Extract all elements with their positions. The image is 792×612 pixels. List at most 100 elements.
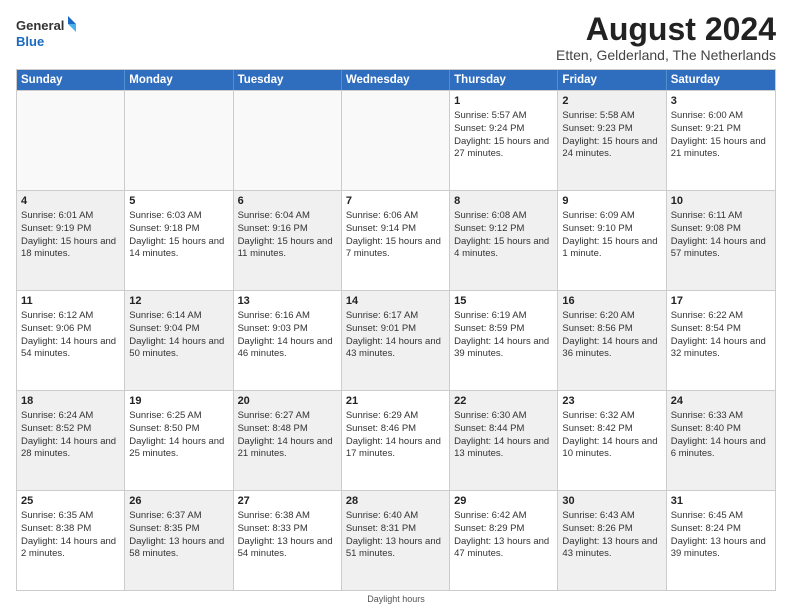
calendar-cell: 6Sunrise: 6:04 AMSunset: 9:16 PMDaylight… [234,191,342,290]
calendar-cell: 4Sunrise: 6:01 AMSunset: 9:19 PMDaylight… [17,191,125,290]
day-info-line: Daylight: 14 hours and 28 minutes. [21,436,120,462]
day-info-line: Sunset: 8:54 PM [671,323,771,336]
calendar-header-cell: Saturday [667,70,775,90]
calendar-cell: 10Sunrise: 6:11 AMSunset: 9:08 PMDayligh… [667,191,775,290]
day-info-line: Daylight: 14 hours and 2 minutes. [21,536,120,562]
calendar-cell: 2Sunrise: 5:58 AMSunset: 9:23 PMDaylight… [558,91,666,190]
calendar-cell: 14Sunrise: 6:17 AMSunset: 9:01 PMDayligh… [342,291,450,390]
day-info-line: Daylight: 14 hours and 54 minutes. [21,336,120,362]
day-number: 15 [454,294,553,309]
calendar-cell: 31Sunrise: 6:45 AMSunset: 8:24 PMDayligh… [667,491,775,590]
calendar-cell: 16Sunrise: 6:20 AMSunset: 8:56 PMDayligh… [558,291,666,390]
day-info-line: Sunrise: 6:12 AM [21,310,120,323]
day-info-line: Daylight: 15 hours and 24 minutes. [562,136,661,162]
day-info-line: Sunset: 9:23 PM [562,123,661,136]
day-number: 9 [562,194,661,209]
title-block: August 2024 Etten, Gelderland, The Nethe… [556,12,776,63]
day-info-line: Sunrise: 6:42 AM [454,510,553,523]
page: General Blue August 2024 Etten, Gelderla… [0,0,792,612]
calendar-cell: 3Sunrise: 6:00 AMSunset: 9:21 PMDaylight… [667,91,775,190]
day-info-line: Daylight: 15 hours and 21 minutes. [671,136,771,162]
day-info-line: Sunrise: 6:03 AM [129,210,228,223]
day-info-line: Sunrise: 6:37 AM [129,510,228,523]
day-info-line: Sunset: 8:50 PM [129,423,228,436]
logo: General Blue [16,12,76,52]
day-number: 30 [562,494,661,509]
day-info-line: Daylight: 14 hours and 36 minutes. [562,336,661,362]
day-info-line: Sunset: 8:48 PM [238,423,337,436]
day-number: 8 [454,194,553,209]
day-info-line: Sunrise: 6:38 AM [238,510,337,523]
header: General Blue August 2024 Etten, Gelderla… [16,12,776,63]
day-info-line: Sunset: 8:42 PM [562,423,661,436]
day-number: 7 [346,194,445,209]
day-info-line: Daylight: 14 hours and 10 minutes. [562,436,661,462]
day-info-line: Daylight: 15 hours and 4 minutes. [454,236,553,262]
day-number: 10 [671,194,771,209]
calendar-cell [234,91,342,190]
day-info-line: Sunrise: 6:30 AM [454,410,553,423]
day-info-line: Sunset: 8:33 PM [238,523,337,536]
day-info-line: Sunset: 9:12 PM [454,223,553,236]
calendar-cell [342,91,450,190]
day-number: 16 [562,294,661,309]
calendar-cell: 20Sunrise: 6:27 AMSunset: 8:48 PMDayligh… [234,391,342,490]
day-info-line: Daylight: 14 hours and 57 minutes. [671,236,771,262]
day-info-line: Sunrise: 6:35 AM [21,510,120,523]
calendar-cell: 18Sunrise: 6:24 AMSunset: 8:52 PMDayligh… [17,391,125,490]
day-info-line: Sunrise: 6:00 AM [671,110,771,123]
day-info-line: Sunrise: 6:06 AM [346,210,445,223]
day-number: 28 [346,494,445,509]
day-number: 31 [671,494,771,509]
day-info-line: Sunrise: 6:04 AM [238,210,337,223]
calendar-cell [17,91,125,190]
day-info-line: Daylight: 14 hours and 32 minutes. [671,336,771,362]
svg-text:Blue: Blue [16,34,44,49]
day-info-line: Sunset: 8:31 PM [346,523,445,536]
day-info-line: Daylight: 15 hours and 18 minutes. [21,236,120,262]
day-info-line: Daylight: 15 hours and 11 minutes. [238,236,337,262]
day-info-line: Sunset: 8:38 PM [21,523,120,536]
day-info-line: Sunset: 8:46 PM [346,423,445,436]
day-info-line: Sunrise: 6:24 AM [21,410,120,423]
calendar-cell: 27Sunrise: 6:38 AMSunset: 8:33 PMDayligh… [234,491,342,590]
day-number: 27 [238,494,337,509]
calendar-header-cell: Tuesday [234,70,342,90]
day-number: 19 [129,394,228,409]
main-title: August 2024 [556,12,776,47]
day-number: 2 [562,94,661,109]
day-info-line: Daylight: 14 hours and 39 minutes. [454,336,553,362]
day-info-line: Daylight: 14 hours and 50 minutes. [129,336,228,362]
day-number: 14 [346,294,445,309]
day-info-line: Sunset: 8:44 PM [454,423,553,436]
day-info-line: Sunrise: 6:25 AM [129,410,228,423]
day-number: 3 [671,94,771,109]
day-info-line: Daylight: 14 hours and 43 minutes. [346,336,445,362]
calendar-header-cell: Monday [125,70,233,90]
day-info-line: Sunset: 8:24 PM [671,523,771,536]
calendar-cell: 12Sunrise: 6:14 AMSunset: 9:04 PMDayligh… [125,291,233,390]
day-info-line: Sunset: 9:04 PM [129,323,228,336]
calendar-cell: 8Sunrise: 6:08 AMSunset: 9:12 PMDaylight… [450,191,558,290]
day-info-line: Sunrise: 6:17 AM [346,310,445,323]
day-info-line: Sunset: 8:26 PM [562,523,661,536]
calendar: SundayMondayTuesdayWednesdayThursdayFrid… [16,69,776,591]
day-info-line: Sunrise: 5:58 AM [562,110,661,123]
day-info-line: Daylight: 13 hours and 54 minutes. [238,536,337,562]
day-info-line: Daylight: 15 hours and 27 minutes. [454,136,553,162]
svg-text:General: General [16,18,64,33]
day-number: 29 [454,494,553,509]
calendar-cell: 26Sunrise: 6:37 AMSunset: 8:35 PMDayligh… [125,491,233,590]
day-info-line: Daylight: 14 hours and 13 minutes. [454,436,553,462]
day-info-line: Sunset: 9:24 PM [454,123,553,136]
day-info-line: Daylight: 13 hours and 43 minutes. [562,536,661,562]
day-info-line: Sunset: 9:16 PM [238,223,337,236]
day-info-line: Sunrise: 6:33 AM [671,410,771,423]
day-info-line: Daylight: 15 hours and 7 minutes. [346,236,445,262]
calendar-week: 1Sunrise: 5:57 AMSunset: 9:24 PMDaylight… [17,90,775,190]
footer-note: Daylight hours [16,591,776,604]
day-number: 20 [238,394,337,409]
calendar-cell: 24Sunrise: 6:33 AMSunset: 8:40 PMDayligh… [667,391,775,490]
day-info-line: Sunrise: 6:40 AM [346,510,445,523]
calendar-cell: 28Sunrise: 6:40 AMSunset: 8:31 PMDayligh… [342,491,450,590]
